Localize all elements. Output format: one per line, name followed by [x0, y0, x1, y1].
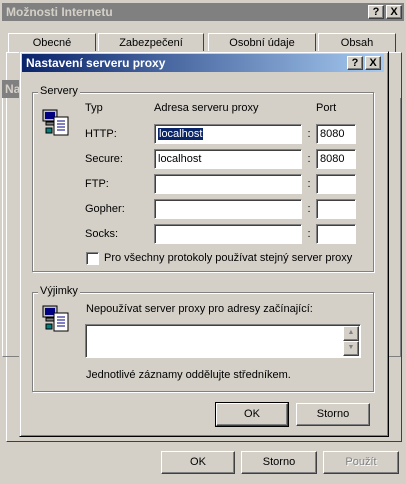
exceptions-textarea[interactable]: [85, 324, 361, 358]
tab-privacy[interactable]: Osobní údaje: [208, 33, 316, 52]
scroll-down-icon[interactable]: ▼: [343, 341, 359, 356]
exceptions-scrollbar[interactable]: ▲ ▼: [343, 326, 359, 356]
socks-port-field[interactable]: [316, 224, 356, 244]
http-address-field[interactable]: localhost: [154, 124, 302, 144]
servers-group-label: Servery: [38, 85, 80, 97]
http-label: HTTP:: [85, 128, 117, 140]
http-port-field[interactable]: 8080: [316, 124, 356, 144]
column-address-header: Adresa serveru proxy: [154, 102, 259, 114]
exceptions-label: Nepoužívat server proxy pro adresy začín…: [86, 303, 313, 315]
help-icon[interactable]: ?: [368, 5, 384, 19]
column-type-header: Typ: [85, 102, 103, 114]
proxy-dialog-title: Nastavení serveru proxy: [26, 56, 166, 70]
tab-security[interactable]: Zabezpečení: [98, 33, 204, 52]
ftp-colon: :: [307, 178, 311, 190]
gopher-colon: :: [307, 203, 311, 215]
close-icon[interactable]: X: [386, 5, 402, 19]
dialog-close-icon[interactable]: X: [365, 56, 381, 70]
ftp-label: FTP:: [85, 178, 109, 190]
secure-address-field[interactable]: localhost: [154, 149, 302, 169]
secure-port-field[interactable]: 8080: [316, 149, 356, 169]
socks-address-field[interactable]: [154, 224, 302, 244]
gopher-address-field[interactable]: [154, 199, 302, 219]
tab-general[interactable]: Obecné: [8, 33, 96, 52]
proxy-settings-dialog: Nastavení serveru proxy ? X Servery Typ …: [19, 51, 389, 437]
apply-button: Použít: [323, 451, 399, 474]
gopher-port-field[interactable]: [316, 199, 356, 219]
ftp-address-field[interactable]: [154, 174, 302, 194]
same-proxy-label[interactable]: Pro všechny protokoly používat stejný se…: [104, 252, 352, 264]
gopher-label: Gopher:: [85, 203, 125, 215]
tab-content[interactable]: Obsah: [318, 33, 396, 52]
internet-options-titlebar: Možnosti Internetu: [2, 3, 404, 21]
http-colon: :: [307, 128, 311, 140]
scroll-up-icon[interactable]: ▲: [343, 326, 359, 341]
secure-colon: :: [307, 153, 311, 165]
exceptions-group-label: Výjimky: [38, 285, 80, 297]
exceptions-hint: Jednotlivé záznamy oddělujte středníkem.: [86, 369, 291, 381]
internet-options-title: Možnosti Internetu: [6, 5, 113, 19]
http-address-value: localhost: [158, 128, 204, 140]
ok-button[interactable]: OK: [161, 451, 235, 474]
socks-colon: :: [307, 228, 311, 240]
dialog-ok-button[interactable]: OK: [215, 402, 289, 427]
secure-label: Secure:: [85, 153, 123, 165]
dialog-help-icon[interactable]: ?: [347, 56, 363, 70]
dialog-cancel-button[interactable]: Storno: [296, 403, 370, 426]
network-computer-icon: [42, 305, 69, 332]
column-port-header: Port: [316, 102, 337, 114]
same-proxy-checkbox[interactable]: [86, 252, 99, 265]
ftp-port-field[interactable]: [316, 174, 356, 194]
proxy-dialog-titlebar: Nastavení serveru proxy: [22, 54, 384, 72]
cancel-button[interactable]: Storno: [241, 451, 317, 474]
hidden-dialog-edge: [2, 98, 19, 357]
socks-label: Socks:: [85, 228, 119, 240]
network-computer-icon: [42, 109, 69, 136]
